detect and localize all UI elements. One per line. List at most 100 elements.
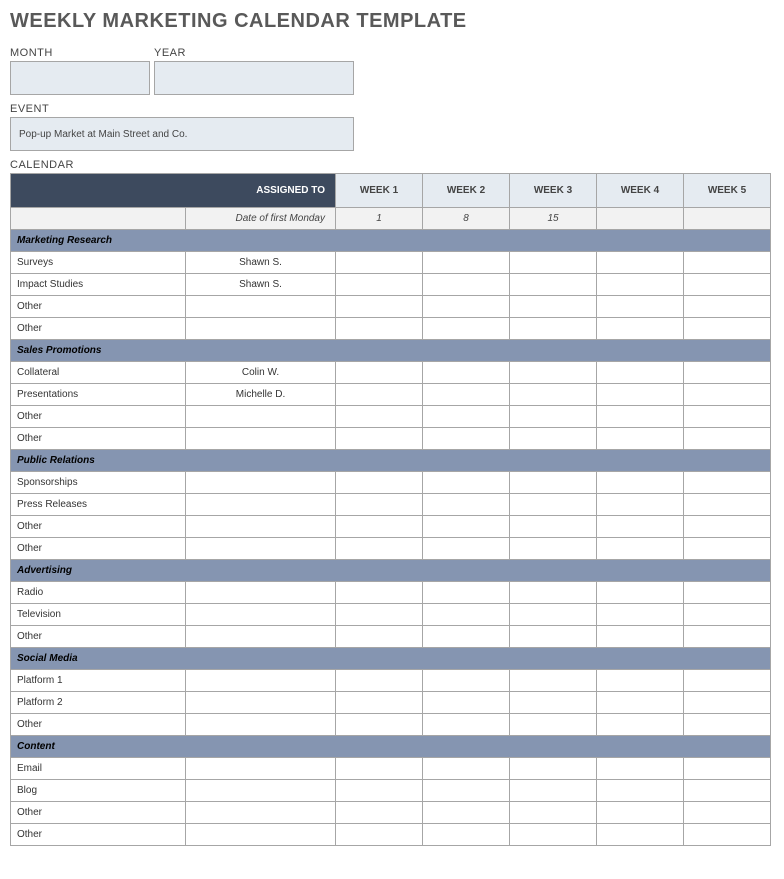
task-cell[interactable]: Press Releases: [11, 494, 186, 516]
assigned-cell[interactable]: [186, 802, 336, 824]
week-cell[interactable]: [684, 406, 771, 428]
task-cell[interactable]: Other: [11, 428, 186, 450]
week-cell[interactable]: [423, 802, 510, 824]
week-cell[interactable]: [510, 296, 597, 318]
week-cell[interactable]: [684, 296, 771, 318]
event-input[interactable]: Pop-up Market at Main Street and Co.: [10, 117, 354, 151]
task-cell[interactable]: Other: [11, 626, 186, 648]
week-cell[interactable]: [597, 802, 684, 824]
week-cell[interactable]: [423, 714, 510, 736]
week-cell[interactable]: [336, 670, 423, 692]
week-cell[interactable]: [510, 428, 597, 450]
assigned-cell[interactable]: [186, 780, 336, 802]
task-cell[interactable]: Other: [11, 714, 186, 736]
week-cell[interactable]: [423, 296, 510, 318]
week-cell[interactable]: [510, 626, 597, 648]
week-cell[interactable]: [510, 604, 597, 626]
assigned-cell[interactable]: Michelle D.: [186, 384, 336, 406]
task-cell[interactable]: Other: [11, 538, 186, 560]
week-cell[interactable]: [684, 274, 771, 296]
week-cell[interactable]: [423, 494, 510, 516]
task-cell[interactable]: Other: [11, 318, 186, 340]
task-cell[interactable]: Impact Studies: [11, 274, 186, 296]
week-cell[interactable]: [423, 604, 510, 626]
week-cell[interactable]: [510, 252, 597, 274]
week-cell[interactable]: [423, 252, 510, 274]
week-cell[interactable]: [597, 670, 684, 692]
week-cell[interactable]: [510, 538, 597, 560]
assigned-cell[interactable]: [186, 582, 336, 604]
assigned-cell[interactable]: Colin W.: [186, 362, 336, 384]
week-cell[interactable]: [336, 538, 423, 560]
week-cell[interactable]: [597, 582, 684, 604]
assigned-cell[interactable]: [186, 714, 336, 736]
week-cell[interactable]: [684, 538, 771, 560]
task-cell[interactable]: Surveys: [11, 252, 186, 274]
week-cell[interactable]: [423, 428, 510, 450]
assigned-cell[interactable]: [186, 604, 336, 626]
date-week2[interactable]: 8: [423, 208, 510, 230]
week-cell[interactable]: [336, 582, 423, 604]
task-cell[interactable]: Presentations: [11, 384, 186, 406]
week-cell[interactable]: [336, 428, 423, 450]
week-cell[interactable]: [684, 362, 771, 384]
week-cell[interactable]: [336, 362, 423, 384]
week-cell[interactable]: [684, 714, 771, 736]
week-cell[interactable]: [684, 758, 771, 780]
assigned-cell[interactable]: [186, 692, 336, 714]
week-cell[interactable]: [597, 714, 684, 736]
week-cell[interactable]: [336, 274, 423, 296]
week-cell[interactable]: [597, 274, 684, 296]
week-cell[interactable]: [423, 670, 510, 692]
assigned-cell[interactable]: [186, 472, 336, 494]
task-cell[interactable]: Other: [11, 802, 186, 824]
week-cell[interactable]: [423, 274, 510, 296]
assigned-cell[interactable]: [186, 670, 336, 692]
week-cell[interactable]: [423, 516, 510, 538]
assigned-cell[interactable]: Shawn S.: [186, 252, 336, 274]
week-cell[interactable]: [510, 274, 597, 296]
week-cell[interactable]: [597, 362, 684, 384]
week-cell[interactable]: [510, 802, 597, 824]
assigned-cell[interactable]: [186, 318, 336, 340]
week-cell[interactable]: [684, 692, 771, 714]
week-cell[interactable]: [684, 582, 771, 604]
week-cell[interactable]: [423, 780, 510, 802]
week-cell[interactable]: [597, 692, 684, 714]
week-cell[interactable]: [510, 758, 597, 780]
week-cell[interactable]: [336, 626, 423, 648]
week-cell[interactable]: [510, 362, 597, 384]
week-cell[interactable]: [684, 384, 771, 406]
week-cell[interactable]: [510, 472, 597, 494]
week-cell[interactable]: [423, 758, 510, 780]
week-cell[interactable]: [510, 582, 597, 604]
week-cell[interactable]: [423, 582, 510, 604]
week-cell[interactable]: [336, 516, 423, 538]
week-cell[interactable]: [597, 406, 684, 428]
week-cell[interactable]: [423, 472, 510, 494]
date-week1[interactable]: 1: [336, 208, 423, 230]
week-cell[interactable]: [423, 362, 510, 384]
task-cell[interactable]: Radio: [11, 582, 186, 604]
assigned-cell[interactable]: [186, 516, 336, 538]
assigned-cell[interactable]: [186, 406, 336, 428]
date-week3[interactable]: 15: [510, 208, 597, 230]
week-cell[interactable]: [597, 384, 684, 406]
week-cell[interactable]: [336, 604, 423, 626]
date-week5[interactable]: [684, 208, 771, 230]
week-cell[interactable]: [684, 780, 771, 802]
week-cell[interactable]: [597, 318, 684, 340]
task-cell[interactable]: Platform 1: [11, 670, 186, 692]
week-cell[interactable]: [597, 516, 684, 538]
task-cell[interactable]: Email: [11, 758, 186, 780]
week-cell[interactable]: [423, 318, 510, 340]
week-cell[interactable]: [423, 406, 510, 428]
week-cell[interactable]: [597, 758, 684, 780]
task-cell[interactable]: Television: [11, 604, 186, 626]
week-cell[interactable]: [423, 384, 510, 406]
week-cell[interactable]: [684, 318, 771, 340]
week-cell[interactable]: [336, 296, 423, 318]
week-cell[interactable]: [423, 626, 510, 648]
week-cell[interactable]: [684, 824, 771, 846]
assigned-cell[interactable]: [186, 758, 336, 780]
